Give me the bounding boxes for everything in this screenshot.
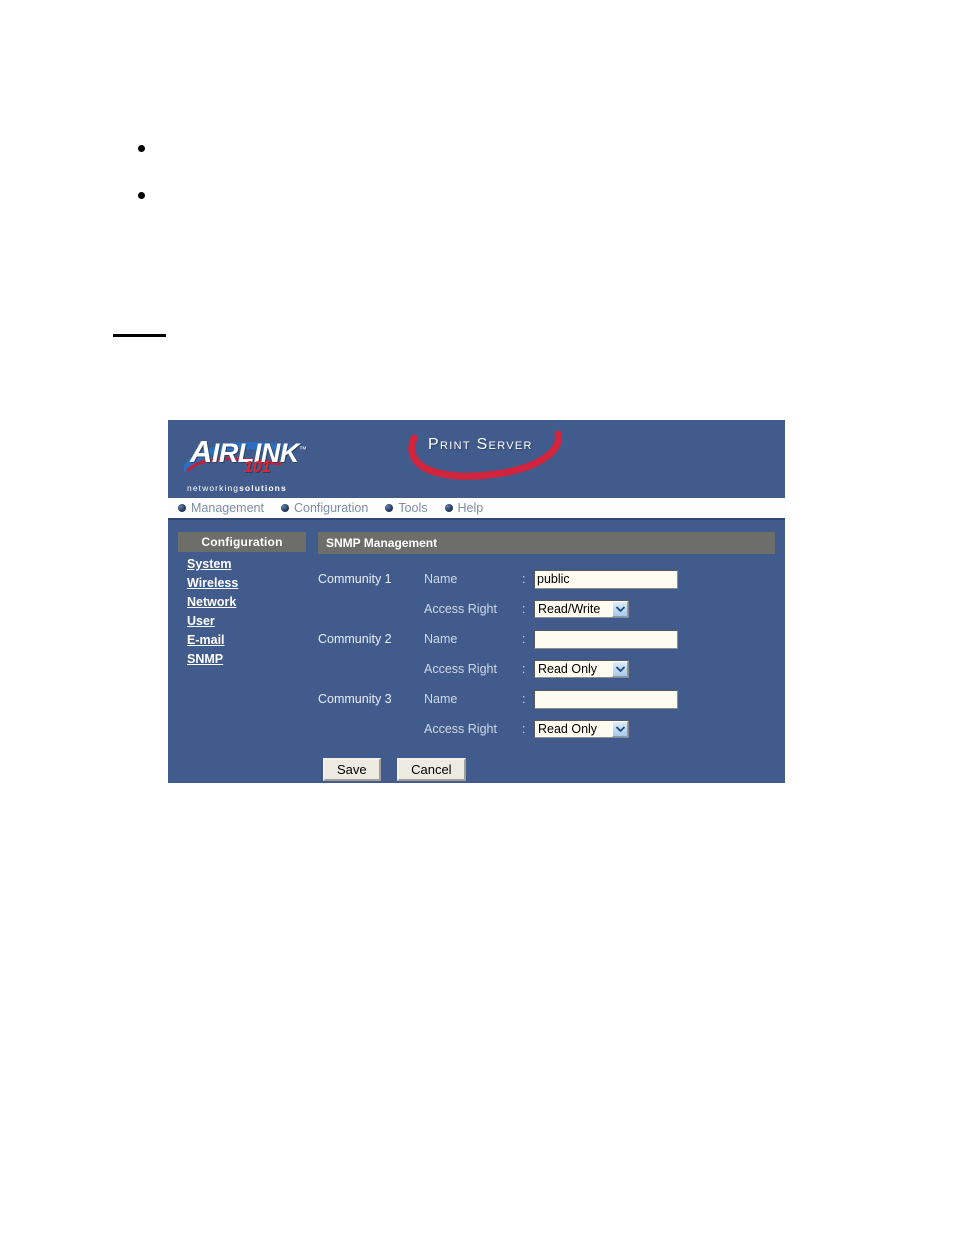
sidebar-header: Configuration — [178, 532, 306, 552]
field-label-access-right: Access Right — [424, 722, 497, 736]
field-colon: : — [522, 572, 526, 586]
community-1-name-input[interactable] — [534, 569, 678, 589]
menu-item-label: Configuration — [293, 501, 369, 515]
logo-tagline-bold: solutions — [239, 483, 287, 493]
chevron-down-icon[interactable] — [612, 721, 628, 737]
sidebar-links: System Wireless Network User E-mail SNMP — [178, 557, 306, 666]
cancel-button[interactable]: Cancel — [397, 758, 466, 781]
select-value: Read Only — [538, 662, 598, 676]
menu-item-management[interactable]: Management — [178, 501, 264, 515]
menu-item-configuration[interactable]: Configuration — [280, 501, 369, 515]
chevron-down-icon[interactable] — [612, 661, 628, 677]
airlink-logo: AIRLINK™ 101 networkingsolutions — [182, 426, 322, 496]
sidebar-item-network[interactable]: Network — [187, 595, 236, 609]
logo-tagline-light: networking — [187, 483, 240, 493]
sphere-bullet-icon — [280, 504, 289, 512]
trademark-icon: ™ — [298, 445, 307, 454]
sidebar-item-snmp[interactable]: SNMP — [187, 652, 223, 666]
field-colon: : — [522, 632, 526, 646]
main-menu-bar: Management Configuration Tools Help — [168, 498, 785, 520]
table-row: Access Right : Read/Write — [318, 594, 678, 624]
community-2-name-input[interactable] — [534, 629, 678, 649]
community-title: Community 2 — [318, 632, 392, 646]
sphere-bullet-icon — [178, 504, 186, 512]
field-colon: : — [522, 722, 526, 736]
community-3-access-right-select[interactable]: Read Only — [534, 720, 629, 738]
sphere-bullet-icon — [385, 504, 394, 512]
logo-wordmark-cap: A — [190, 434, 212, 469]
table-row: Community 1 Name : — [318, 564, 678, 594]
sidebar-item-wireless[interactable]: Wireless — [187, 576, 238, 590]
menu-item-tools[interactable]: Tools — [385, 501, 428, 515]
logo-model-number: 101 — [244, 459, 271, 476]
community-3-name-input[interactable] — [534, 689, 678, 709]
bullet-marker-2 — [138, 192, 145, 199]
product-title: Print Server — [428, 436, 533, 453]
table-row: Community 3 Name : — [318, 684, 678, 714]
save-button[interactable]: Save — [323, 758, 381, 781]
field-colon: : — [522, 662, 526, 676]
sidebar: Configuration System Wireless Network Us… — [178, 532, 306, 671]
menu-item-label: Management — [191, 501, 264, 515]
bullet-marker-1 — [138, 145, 145, 152]
select-value: Read Only — [538, 722, 598, 736]
table-row: Access Right : Read Only — [318, 654, 678, 684]
community-2-access-right-select[interactable]: Read Only — [534, 660, 629, 678]
field-colon: : — [522, 692, 526, 706]
section-header: SNMP Management — [318, 532, 775, 554]
field-label-name: Name — [424, 692, 458, 706]
menu-item-label: Tools — [398, 501, 428, 515]
snmp-community-form: Community 1 Name : Access Right : Read/W… — [318, 564, 678, 744]
select-value: Read/Write — [538, 602, 601, 616]
field-label-access-right: Access Right — [424, 602, 497, 616]
community-1-access-right-select[interactable]: Read/Write — [534, 600, 629, 618]
table-row: Community 2 Name : — [318, 624, 678, 654]
sidebar-item-email[interactable]: E-mail — [187, 633, 225, 647]
horizontal-rule — [113, 334, 166, 337]
form-button-row: Save Cancel — [318, 758, 775, 781]
table-row: Access Right : Read Only — [318, 714, 678, 744]
field-label-name: Name — [424, 632, 458, 646]
panel-body: Configuration System Wireless Network Us… — [168, 520, 785, 783]
logo-tagline: networkingsolutions — [187, 483, 287, 493]
product-title-block: Print Server — [400, 428, 580, 490]
print-server-web-ui: AIRLINK™ 101 networkingsolutions Print S… — [168, 420, 785, 783]
menu-item-label: Help — [457, 501, 484, 515]
sphere-bullet-icon — [444, 504, 453, 512]
chevron-down-icon[interactable] — [612, 601, 628, 617]
sidebar-item-system[interactable]: System — [187, 557, 231, 571]
menu-item-help[interactable]: Help — [444, 501, 484, 515]
field-label-access-right: Access Right — [424, 662, 497, 676]
sidebar-item-user[interactable]: User — [187, 614, 215, 628]
community-title: Community 1 — [318, 572, 392, 586]
community-title: Community 3 — [318, 692, 392, 706]
field-colon: : — [522, 602, 526, 616]
field-label-name: Name — [424, 572, 458, 586]
main-content: SNMP Management Community 1 Name : Acces… — [318, 532, 775, 781]
branding-header: AIRLINK™ 101 networkingsolutions Print S… — [168, 420, 785, 498]
